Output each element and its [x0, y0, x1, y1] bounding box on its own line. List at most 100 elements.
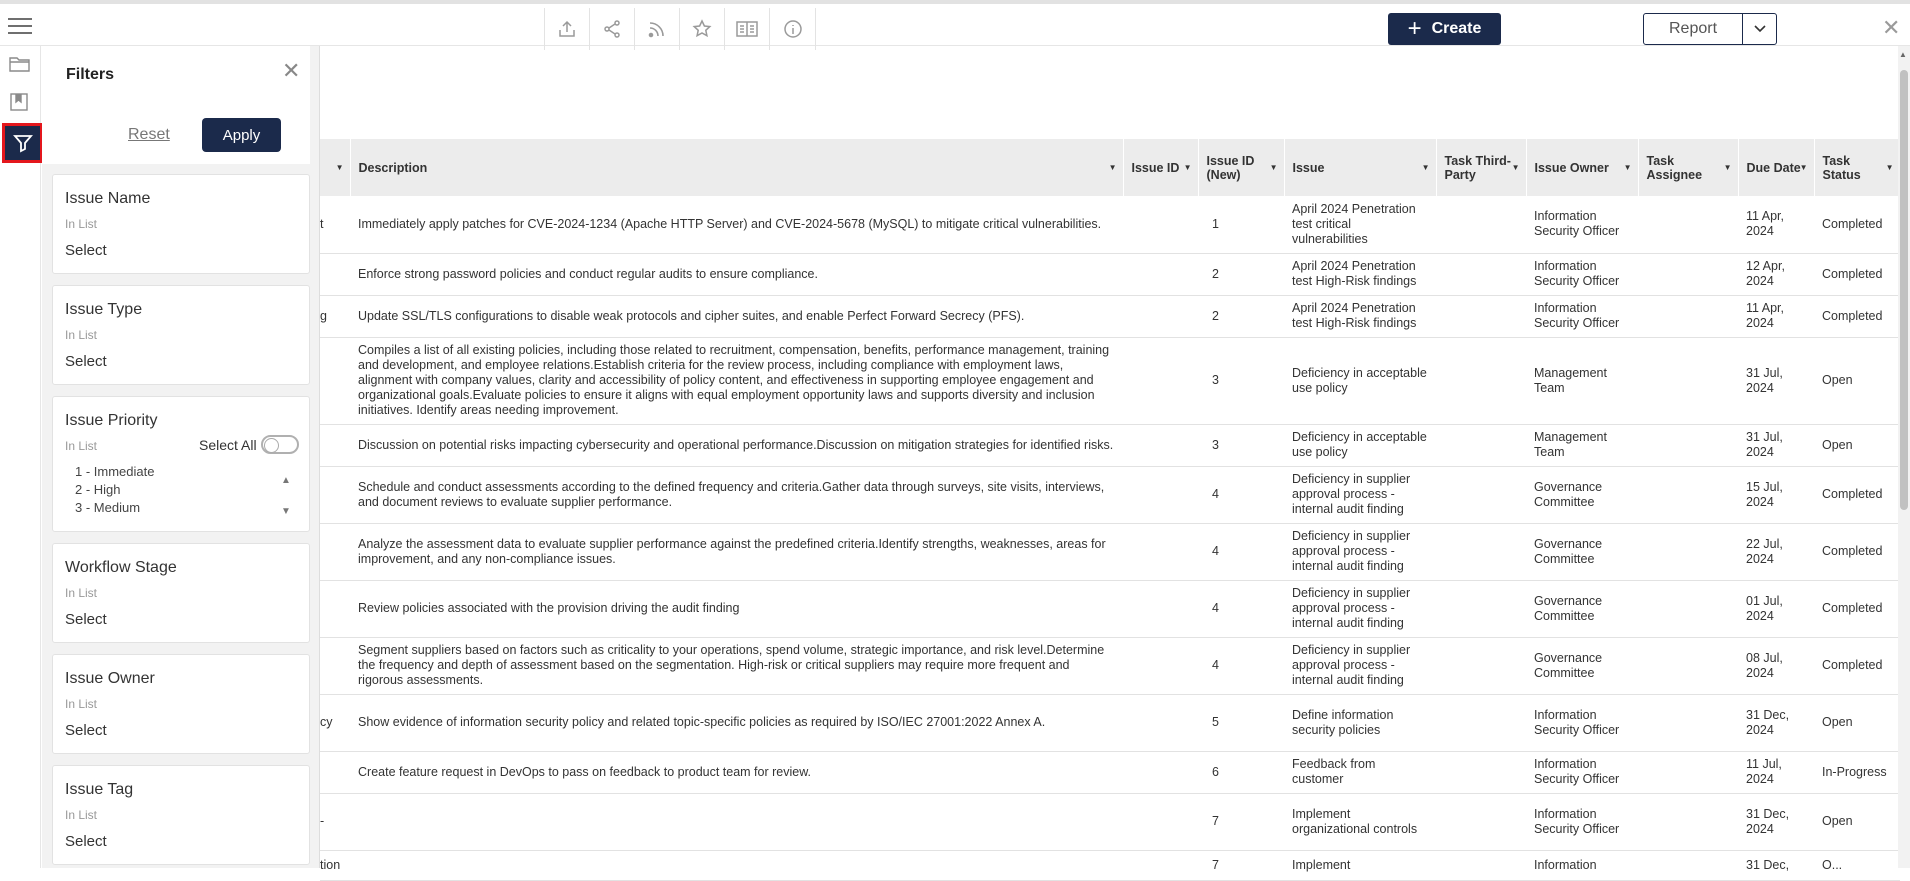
column-header-task-third-party[interactable]: Task Third-Party ▼	[1436, 139, 1527, 196]
apply-button[interactable]: Apply	[202, 118, 281, 152]
column-header-issue-owner[interactable]: Issue Owner ▼	[1526, 139, 1639, 196]
table-row[interactable]: Compiles a list of all existing policies…	[320, 337, 1900, 425]
task-assignee-cell	[1638, 523, 1738, 581]
sort-caret-icon[interactable]: ▼	[1624, 163, 1632, 172]
folder-icon[interactable]	[9, 54, 31, 76]
issue-id-new-cell: 4	[1198, 466, 1284, 524]
bookmark-icon[interactable]	[9, 92, 31, 114]
filter-select[interactable]: Select	[65, 722, 107, 739]
share-icon[interactable]	[590, 8, 635, 50]
sort-caret-icon[interactable]: ▼	[1109, 163, 1117, 172]
issue-id-new-cell: 4	[1198, 637, 1284, 695]
table-row[interactable]: Enforce strong password policies and con…	[320, 253, 1900, 296]
filter-select[interactable]: Select	[65, 353, 107, 370]
table-row[interactable]: Analyze the assessment data to evaluate …	[320, 523, 1900, 581]
top-bar: + Create Report ✕	[0, 0, 1910, 50]
report-button[interactable]: Report	[1643, 13, 1743, 45]
filter-operator: In List	[65, 439, 98, 453]
issue-owner-cell: Information Security Officer	[1526, 694, 1638, 752]
issue-id-cell	[1123, 424, 1198, 467]
rss-icon[interactable]	[635, 8, 680, 50]
table-row[interactable]: cy Show evidence of information security …	[320, 694, 1900, 752]
scroll-up-icon[interactable]: ▲	[1899, 50, 1907, 59]
table-row[interactable]: Review policies associated with the prov…	[320, 580, 1900, 638]
column-header-issue-id-new[interactable]: Issue ID (New) ▼	[1198, 139, 1285, 196]
table-row[interactable]: Schedule and conduct assessments accordi…	[320, 466, 1900, 524]
due-date-cell: 11 Apr, 2024	[1738, 295, 1814, 338]
issue-owner-cell: Information Security Officer	[1526, 793, 1638, 851]
row-cut-cell: t	[320, 196, 350, 254]
scroll-down-icon[interactable]: ▼	[281, 496, 291, 527]
filter-toggle-button[interactable]	[2, 123, 43, 163]
filter-select[interactable]: Select	[65, 242, 107, 259]
table-row[interactable]: Segment suppliers based on factors such …	[320, 637, 1900, 695]
close-icon[interactable]: ✕	[282, 60, 300, 82]
select-all-label: Select All	[199, 437, 257, 453]
table-row[interactable]: g Update SSL/TLS configurations to disabl…	[320, 295, 1900, 338]
close-icon[interactable]: ✕	[1882, 17, 1900, 39]
task-status-cell: In-Progress	[1814, 751, 1900, 794]
issue-cell: Deficiency in supplier approval process …	[1284, 466, 1436, 524]
table-row[interactable]: Discussion on potential risks impacting …	[320, 424, 1900, 467]
filter-operator: In List	[65, 697, 98, 711]
star-icon[interactable]	[680, 8, 725, 50]
column-header-due-date[interactable]: Due Date ▼	[1738, 139, 1815, 196]
filter-select[interactable]: Select	[65, 833, 107, 850]
table-row[interactable]: tion 7 Implement Information 31 Dec, O...	[320, 850, 1900, 881]
task-third-party-cell	[1436, 580, 1526, 638]
scroll-up-icon[interactable]: ▲	[281, 465, 291, 496]
create-button[interactable]: + Create	[1388, 13, 1501, 45]
sort-caret-icon[interactable]: ▼	[1724, 163, 1732, 172]
filter-select[interactable]: Select	[65, 611, 107, 628]
report-label: Report	[1668, 20, 1718, 37]
column-header[interactable]: ▼	[320, 139, 351, 196]
table-row[interactable]: Create feature request in DevOps to pass…	[320, 751, 1900, 794]
sort-caret-icon[interactable]: ▼	[1270, 163, 1278, 172]
sort-caret-icon[interactable]: ▼	[1512, 163, 1520, 172]
filter-title: Issue Type	[65, 301, 143, 318]
toolbar-icon-group	[544, 8, 816, 50]
table-row[interactable]: - 7 Implement organizational controls Infor…	[320, 793, 1900, 851]
sort-caret-icon[interactable]: ▼	[336, 163, 344, 172]
column-header-task-assignee[interactable]: Task Assignee ▼	[1638, 139, 1739, 196]
upload-icon[interactable]	[545, 8, 590, 50]
task-third-party-cell	[1436, 637, 1526, 695]
task-status-cell: Completed	[1814, 253, 1900, 296]
table-row[interactable]: t Immediately apply patches for CVE-2024-…	[320, 196, 1900, 254]
issue-owner-cell: Information Security Officer	[1526, 751, 1638, 794]
filter-card-issue-tag: Issue Tag In List Select	[52, 765, 310, 865]
filter-operator: In List	[65, 808, 98, 822]
reader-icon[interactable]	[725, 8, 770, 50]
reset-link[interactable]: Reset	[128, 126, 170, 144]
info-icon[interactable]	[770, 8, 815, 50]
sort-caret-icon[interactable]: ▼	[1886, 163, 1894, 172]
select-all-toggle[interactable]	[261, 435, 299, 454]
report-dropdown-button[interactable]	[1742, 13, 1777, 45]
sort-caret-icon[interactable]: ▼	[1422, 163, 1430, 172]
issue-owner-cell: Information Security Officer	[1526, 295, 1638, 338]
column-header-issue-id[interactable]: Issue ID ▼	[1123, 139, 1199, 196]
task-third-party-cell	[1436, 523, 1526, 581]
row-cut-cell	[320, 466, 350, 524]
column-header-issue[interactable]: Issue ▼	[1284, 139, 1437, 196]
issue-id-new-cell: 3	[1198, 424, 1284, 467]
task-status-cell: Open	[1814, 793, 1900, 851]
column-header-task-status[interactable]: Task Status ▼	[1814, 139, 1901, 196]
priority-option[interactable]: 1 - Immediate	[75, 463, 154, 481]
issue-id-cell	[1123, 337, 1198, 425]
issue-cell: Implement	[1284, 850, 1436, 881]
description-cell: Show evidence of information security po…	[350, 694, 1123, 752]
due-date-cell: 15 Jul, 2024	[1738, 466, 1814, 524]
menu-icon[interactable]	[8, 14, 32, 34]
priority-option[interactable]: 2 - High	[75, 481, 154, 499]
column-header-description[interactable]: Description ▼	[350, 139, 1124, 196]
due-date-cell: 11 Jul, 2024	[1738, 751, 1814, 794]
sort-caret-icon[interactable]: ▼	[1184, 163, 1192, 172]
filter-title: Workflow Stage	[65, 559, 177, 576]
priority-option[interactable]: 3 - Medium	[75, 499, 154, 517]
filter-title: Issue Priority	[65, 412, 158, 429]
filters-panel: Filters ✕ Reset Apply Issue Name In List…	[42, 46, 320, 868]
sort-caret-icon[interactable]: ▼	[1800, 163, 1808, 172]
main-scroll-thumb[interactable]	[1900, 70, 1908, 510]
issue-cell: April 2024 Penetration test critical vul…	[1284, 196, 1436, 254]
